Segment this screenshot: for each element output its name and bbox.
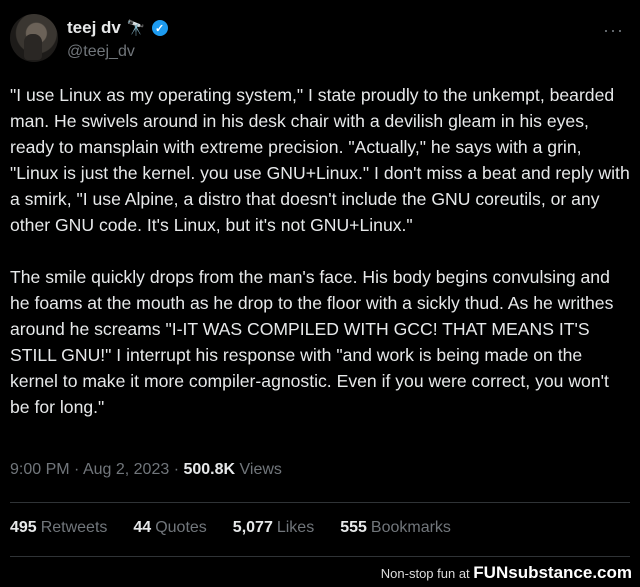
engagement-stats: 495 Retweets 44 Quotes 5,077 Likes 555 Bookm… [10,519,451,537]
tweet-time[interactable]: 9:00 PM [10,461,70,478]
avatar[interactable] [10,14,58,62]
divider [10,502,630,503]
views-label: Views [239,461,282,478]
tweet-meta: 9:00 PM · Aug 2, 2023 · 500.8K Views [10,461,282,479]
retweets-stat[interactable]: 495 Retweets [10,519,107,537]
author-name-row: teej dv 🔭 ✓ [67,18,168,38]
quotes-label: Quotes [155,519,207,536]
quotes-stat[interactable]: 44 Quotes [133,519,206,537]
views-count: 500.8K [183,461,236,478]
tweet-date[interactable]: Aug 2, 2023 [83,461,169,478]
author-handle[interactable]: @teej_dv [67,43,135,61]
bookmarks-stat[interactable]: 555 Bookmarks [340,519,451,537]
more-options-icon[interactable]: ··· [603,20,624,41]
likes-label: Likes [276,519,315,536]
retweets-count: 495 [10,519,37,536]
watermark-caption: Non-stop fun at [380,566,470,581]
divider [10,556,630,557]
author-display-name[interactable]: teej dv [67,18,121,38]
bookmarks-label: Bookmarks [370,519,451,536]
likes-count: 5,077 [232,519,273,536]
telescope-emoji: 🔭 [126,20,146,37]
verified-badge-icon: ✓ [151,20,168,36]
retweets-label: Retweets [40,519,108,536]
bookmarks-count: 555 [340,519,367,536]
meta-separator: · [74,461,80,478]
meta-separator: · [173,461,180,478]
tweet-text: "I use Linux as my operating system," I … [10,85,630,417]
quotes-count: 44 [133,519,152,536]
watermark: Non-stop fun at FUNsubstance.com [381,563,632,583]
tweet-header: teej dv 🔭 ✓ @teej_dv ··· [10,14,630,66]
watermark-brand: FUNsubstance.com [473,563,632,582]
likes-stat[interactable]: 5,077 Likes [233,519,314,537]
